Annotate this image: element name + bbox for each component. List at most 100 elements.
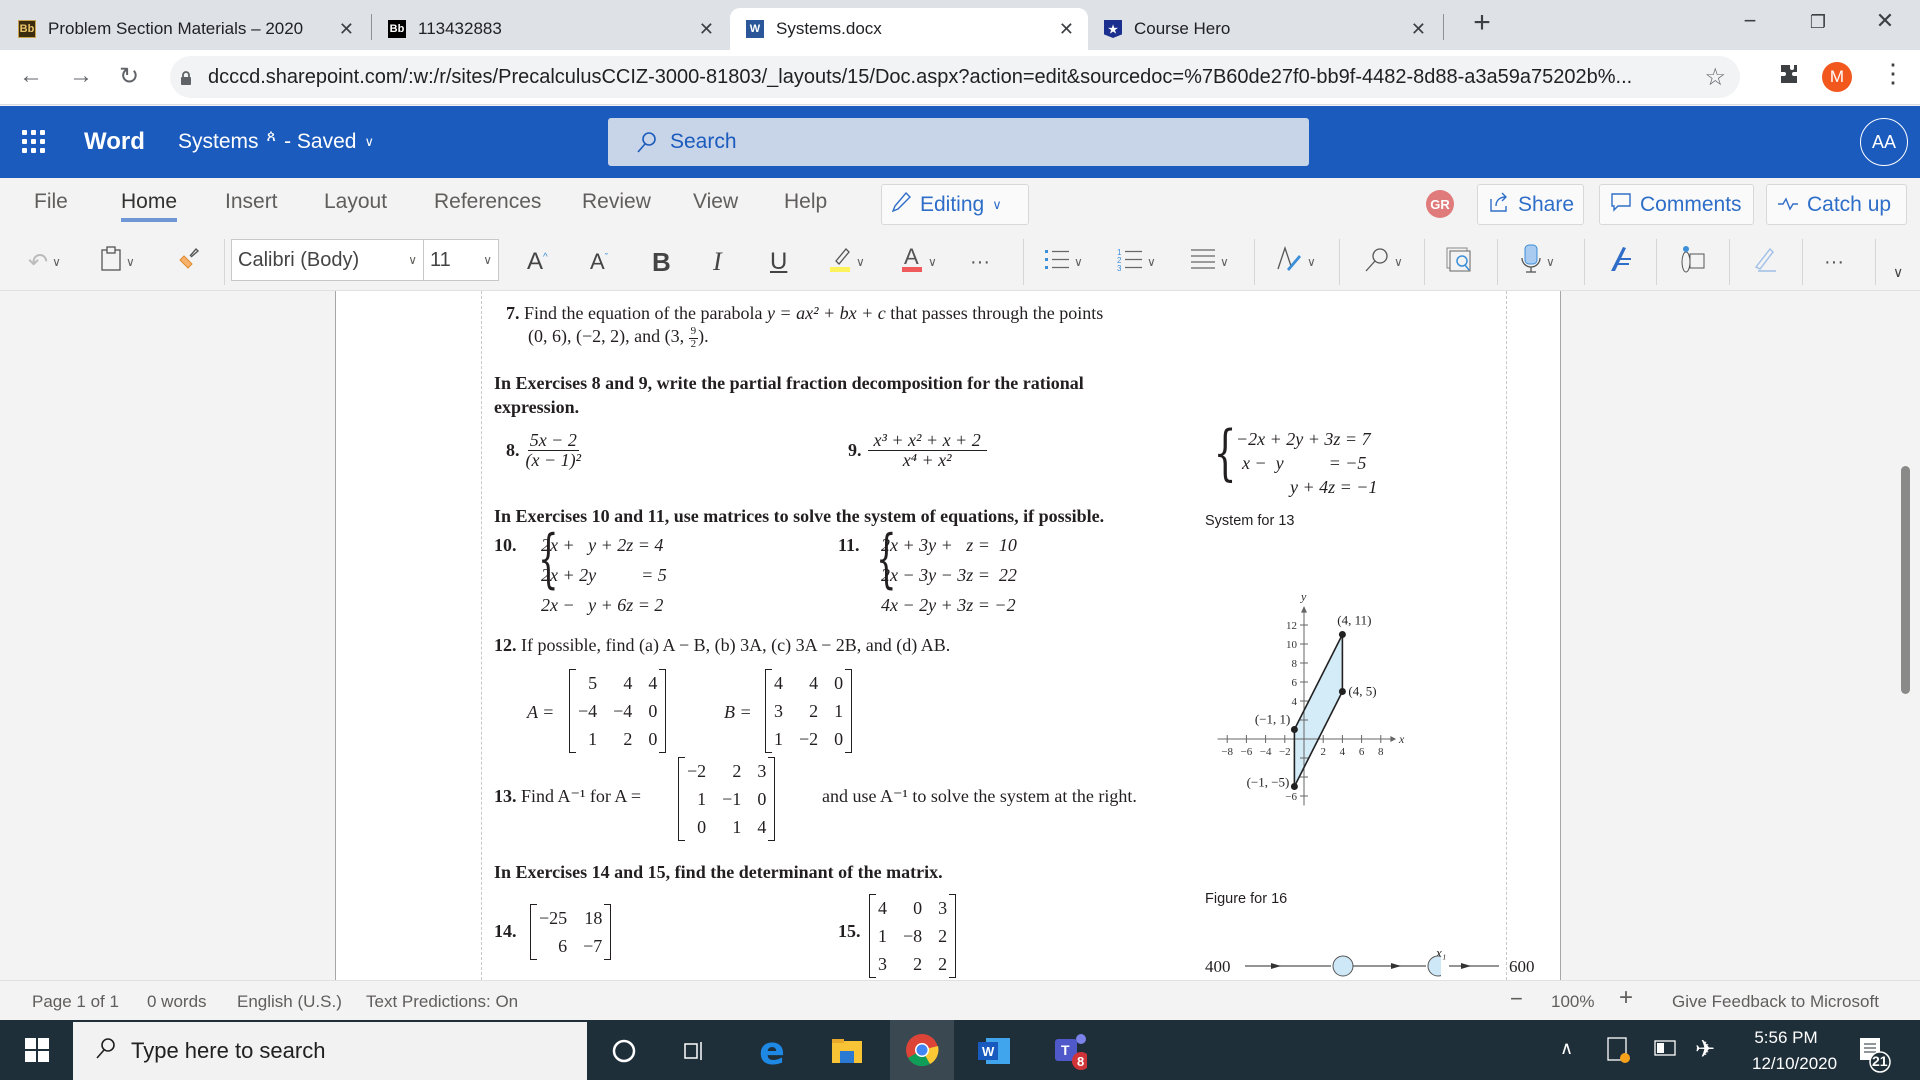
bold-button[interactable]: B bbox=[652, 245, 671, 279]
tab-references[interactable]: References bbox=[434, 190, 541, 214]
feedback-link[interactable]: Give Feedback to Microsoft bbox=[1672, 992, 1879, 1012]
reuse-files-button[interactable] bbox=[1446, 245, 1474, 279]
teams-taskbar-icon[interactable]: T8 bbox=[1053, 1034, 1087, 1070]
close-window-button[interactable]: ✕ bbox=[1865, 8, 1905, 34]
designer-button[interactable] bbox=[1680, 245, 1708, 279]
document-title-button[interactable]: Systems ጰ - Saved ∨ bbox=[178, 128, 374, 154]
language-status[interactable]: English (U.S.) bbox=[237, 992, 342, 1012]
browser-tab-systems-docx[interactable]: W Systems.docx ✕ bbox=[730, 8, 1088, 50]
close-tab-icon[interactable]: ✕ bbox=[1411, 19, 1426, 40]
browser-tab-course-hero[interactable]: ★ Course Hero ✕ bbox=[1104, 8, 1440, 50]
network-right-value: 600 bbox=[1509, 957, 1535, 976]
tab-insert[interactable]: Insert bbox=[225, 190, 278, 214]
taskbar-search-input[interactable]: Type here to search bbox=[73, 1022, 587, 1080]
numbering-button[interactable]: 123 ∨ bbox=[1117, 245, 1156, 279]
exercise-14-number: 14. bbox=[494, 921, 517, 941]
exercise-12: 12. If possible, find (a) A − B, (b) 3A,… bbox=[494, 635, 951, 655]
highlight-button[interactable]: ∨ bbox=[828, 245, 865, 279]
styles-button[interactable]: ∨ bbox=[1275, 245, 1316, 279]
matrix-13-row: −2 2 3 bbox=[679, 757, 774, 785]
matrix-14-cell: 18 bbox=[584, 907, 603, 928]
font-color-icon: A bbox=[900, 244, 924, 279]
shrink-font-button[interactable]: Aˇ bbox=[590, 245, 608, 279]
editor-button[interactable] bbox=[1607, 245, 1633, 279]
grow-font-button[interactable]: A^ bbox=[527, 245, 548, 279]
url-field[interactable]: dcccd.sharepoint.com/:w:/r/sites/Precalc… bbox=[170, 56, 1740, 98]
page-count[interactable]: Page 1 of 1 bbox=[32, 992, 119, 1012]
show-hidden-icons-button[interactable]: ∧ bbox=[1560, 1038, 1573, 1059]
dictate-button[interactable]: ∨ bbox=[1520, 244, 1555, 279]
matrix-a-cell: 5 bbox=[588, 672, 598, 693]
coauthor-avatar[interactable]: GR bbox=[1426, 190, 1454, 218]
left-margin-guide bbox=[481, 291, 482, 980]
sensitivity-button[interactable] bbox=[1752, 245, 1778, 279]
font-color-button[interactable]: A ∨ bbox=[900, 244, 937, 279]
battery-icon[interactable] bbox=[1654, 1040, 1676, 1061]
airplane-mode-icon[interactable]: ✈ bbox=[1695, 1035, 1715, 1064]
matrix-13-cell: −2 bbox=[687, 760, 707, 781]
file-explorer-icon[interactable] bbox=[830, 1034, 864, 1068]
more-commands-button[interactable]: ··· bbox=[1824, 245, 1844, 279]
close-tab-icon[interactable]: ✕ bbox=[339, 19, 354, 40]
browser-tab-problem-section[interactable]: Bb Problem Section Materials – 2020 ✕ bbox=[18, 8, 368, 50]
restore-button[interactable]: ❐ bbox=[1798, 12, 1838, 33]
back-button[interactable]: ← bbox=[16, 62, 46, 90]
tab-home[interactable]: Home bbox=[121, 190, 178, 222]
zoom-out-button[interactable]: − bbox=[1510, 986, 1523, 1012]
chevron-down-icon: ∨ bbox=[1546, 255, 1555, 269]
reload-button[interactable]: ↻ bbox=[114, 62, 144, 91]
tab-view[interactable]: View bbox=[693, 190, 738, 214]
chrome-menu-icon[interactable]: ⋮ bbox=[1880, 58, 1906, 89]
text-predictions-status[interactable]: Text Predictions: On bbox=[366, 992, 518, 1012]
tab-help[interactable]: Help bbox=[784, 190, 827, 214]
close-tab-icon[interactable]: ✕ bbox=[699, 19, 714, 40]
align-button[interactable]: ∨ bbox=[1190, 245, 1229, 279]
sync-status-icon[interactable] bbox=[1606, 1036, 1632, 1069]
chrome-taskbar-icon[interactable] bbox=[890, 1020, 954, 1080]
zoom-level[interactable]: 100% bbox=[1551, 992, 1594, 1012]
document-page[interactable]: 7. Find the equation of the parabola y =… bbox=[335, 291, 1561, 980]
system-13-row-1: −2x + 2y + 3z = 7 bbox=[1236, 429, 1371, 449]
app-launcher-icon[interactable] bbox=[22, 130, 46, 154]
clock[interactable]: 5:56 PM 12/10/2020 bbox=[1752, 1028, 1837, 1074]
editing-mode-button[interactable]: Editing ∨ bbox=[881, 184, 1029, 225]
tab-layout[interactable]: Layout bbox=[324, 190, 387, 214]
underline-button[interactable]: U bbox=[770, 245, 787, 279]
forward-button[interactable]: → bbox=[66, 62, 96, 90]
bullets-button[interactable]: ∨ bbox=[1044, 245, 1083, 279]
vertical-scrollbar[interactable] bbox=[1901, 466, 1910, 694]
word-count[interactable]: 0 words bbox=[147, 992, 207, 1012]
windows-start-icon[interactable] bbox=[20, 1033, 54, 1067]
format-painter-button[interactable] bbox=[176, 245, 200, 279]
new-tab-button[interactable]: + bbox=[1462, 6, 1502, 40]
zoom-in-button[interactable]: + bbox=[1619, 984, 1633, 1012]
paste-button[interactable]: ∨ bbox=[100, 245, 135, 279]
font-family-dropdown[interactable]: Calibri (Body) ∨ bbox=[232, 240, 424, 280]
search-input[interactable]: Search bbox=[608, 118, 1309, 166]
bookmark-star-icon[interactable]: ☆ bbox=[1704, 63, 1726, 92]
edge-browser-icon[interactable]: e bbox=[755, 1029, 789, 1073]
minimize-button[interactable]: − bbox=[1730, 8, 1770, 34]
profile-avatar[interactable]: M bbox=[1822, 62, 1852, 92]
undo-button[interactable]: ↶ ∨ bbox=[28, 245, 61, 279]
vertex-label: (4, 5) bbox=[1348, 684, 1376, 699]
find-button[interactable]: ∨ bbox=[1364, 245, 1403, 279]
account-avatar[interactable]: AA bbox=[1860, 118, 1908, 166]
catch-up-button[interactable]: Catch up bbox=[1766, 184, 1907, 225]
share-button[interactable]: Share bbox=[1477, 184, 1584, 225]
notification-center-icon[interactable]: 21 bbox=[1856, 1034, 1892, 1079]
task-view-icon[interactable] bbox=[678, 1034, 712, 1068]
close-tab-icon[interactable]: ✕ bbox=[1059, 19, 1074, 40]
more-font-options-button[interactable]: ··· bbox=[970, 245, 990, 279]
browser-tab-113432883[interactable]: Bb 113432883 ✕ bbox=[388, 8, 728, 50]
extensions-puzzle-icon[interactable] bbox=[1778, 63, 1800, 91]
italic-button[interactable]: I bbox=[713, 245, 722, 279]
comments-button[interactable]: Comments bbox=[1599, 184, 1754, 225]
expand-ribbon-button[interactable]: ∨ bbox=[1893, 255, 1903, 289]
font-size-dropdown[interactable]: 11 ∨ bbox=[424, 240, 498, 280]
cortana-icon[interactable] bbox=[607, 1034, 641, 1068]
tab-review[interactable]: Review bbox=[582, 190, 651, 214]
format-painter-icon bbox=[176, 246, 200, 278]
tab-file[interactable]: File bbox=[34, 190, 68, 214]
word-taskbar-icon[interactable]: W bbox=[978, 1034, 1012, 1068]
